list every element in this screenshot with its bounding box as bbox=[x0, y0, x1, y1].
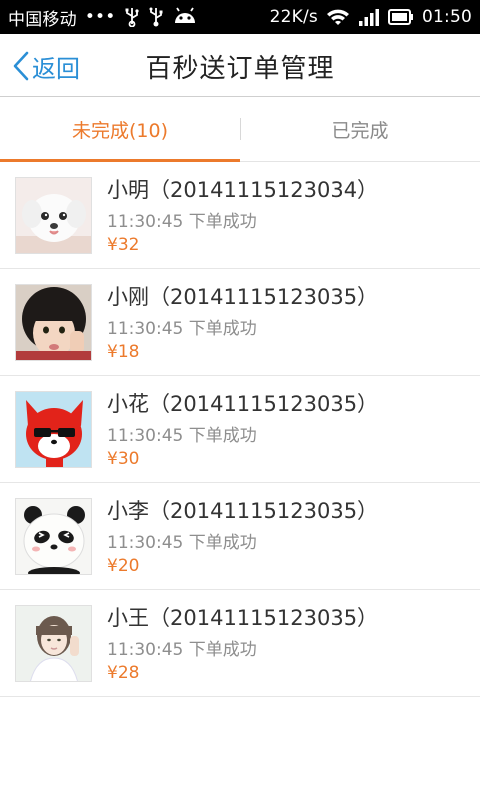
little-girl-avatar bbox=[15, 284, 92, 361]
order-list-item[interactable]: 小李（20141115123035） 11:30:45 下单成功 ¥20 bbox=[0, 483, 480, 590]
carrier-name: 中国移动 bbox=[8, 9, 77, 30]
order-title: 小花（20141115123035） bbox=[107, 392, 379, 416]
red-fox-avatar bbox=[15, 391, 92, 468]
order-title: 小明（20141115123034） bbox=[107, 178, 379, 202]
order-price: ¥18 bbox=[107, 342, 140, 362]
status-bar-left: 中国移动 ••• bbox=[8, 5, 198, 30]
order-title: 小李（20141115123035） bbox=[107, 499, 379, 523]
order-list-item[interactable]: 小刚（20141115123035） 11:30:45 下单成功 ¥18 bbox=[0, 269, 480, 376]
panda-avatar bbox=[15, 498, 92, 575]
usb-icon bbox=[124, 7, 140, 27]
order-status: 11:30:45 下单成功 bbox=[107, 319, 257, 339]
order-title: 小刚（20141115123035） bbox=[107, 285, 379, 309]
notification-dots: ••• bbox=[84, 7, 116, 27]
girl-portrait-avatar bbox=[15, 605, 92, 682]
order-list-item[interactable]: 小花（20141115123035） 11:30:45 下单成功 ¥30 bbox=[0, 376, 480, 483]
order-status: 11:30:45 下单成功 bbox=[107, 640, 257, 660]
tab-completed[interactable]: 已完成 bbox=[240, 97, 480, 161]
order-status-tabs: 未完成(10) 已完成 bbox=[0, 97, 480, 162]
battery-icon bbox=[388, 8, 414, 26]
status-bar-right: 22K/s 01:50 bbox=[270, 7, 472, 27]
signal-icon bbox=[358, 7, 380, 27]
white-puppy-avatar bbox=[15, 177, 92, 254]
status-bar: 中国移动 ••• 22K/s 01:50 bbox=[0, 0, 480, 34]
usb-debug-icon bbox=[148, 7, 164, 27]
network-speed: 22K/s bbox=[269, 7, 318, 27]
android-icon bbox=[172, 7, 198, 27]
order-list: 小明（20141115123034） 11:30:45 下单成功 ¥32 小刚（… bbox=[0, 162, 480, 697]
order-status: 11:30:45 下单成功 bbox=[107, 533, 257, 553]
title-bar: 返回 百秒送订单管理 bbox=[0, 34, 480, 97]
order-title: 小王（20141115123035） bbox=[107, 606, 379, 630]
order-price: ¥30 bbox=[107, 449, 140, 469]
order-list-item[interactable]: 小王（20141115123035） 11:30:45 下单成功 ¥28 bbox=[0, 590, 480, 697]
clock: 01:50 bbox=[422, 7, 472, 27]
wifi-icon bbox=[326, 7, 350, 27]
order-status: 11:30:45 下单成功 bbox=[107, 426, 257, 446]
order-price: ¥32 bbox=[107, 235, 140, 255]
order-price: ¥20 bbox=[107, 556, 140, 576]
page-title: 百秒送订单管理 bbox=[145, 54, 335, 84]
tab-incomplete[interactable]: 未完成(10) bbox=[0, 97, 240, 162]
order-price: ¥28 bbox=[107, 663, 140, 683]
order-list-item[interactable]: 小明（20141115123034） 11:30:45 下单成功 ¥32 bbox=[0, 162, 480, 269]
order-status: 11:30:45 下单成功 bbox=[107, 212, 257, 232]
